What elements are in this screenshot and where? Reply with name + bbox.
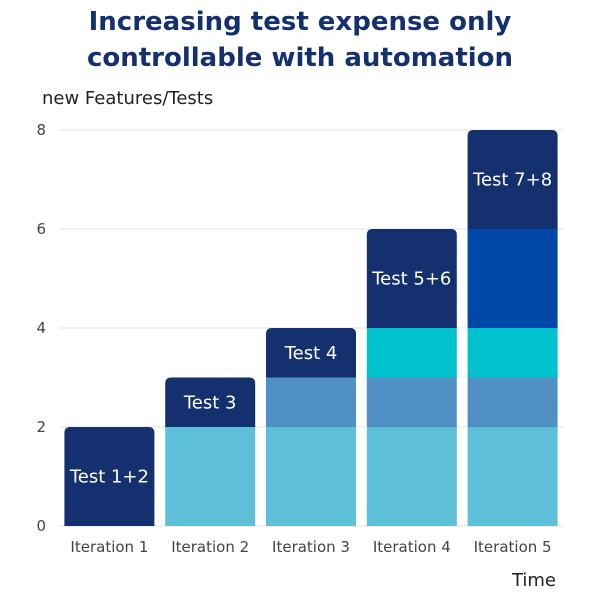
bar-segment [366,377,457,427]
bar-segment [467,229,558,328]
y-tick-label: 4 [36,319,46,337]
x-tick-label: Iteration 5 [474,538,552,556]
bar-segment [165,427,256,526]
stacked-bar-chart: 0 2 4 6 8 Test 1+2 Iteration 1 Test 3 Iteration… [36,88,563,591]
bar-segment [266,377,356,427]
bar-data-label: Test 1+2 [69,467,149,488]
y-tick-label: 8 [36,121,46,139]
x-axis-label: Time [511,570,556,591]
bar-segment [266,427,356,526]
y-axis-label: new Features/Tests [42,88,213,109]
bar-segment [366,328,457,378]
bar-segment [366,427,457,526]
bar-data-label: Test 7+8 [472,170,552,191]
x-tick-label: Iteration 3 [272,538,350,556]
bar-segment [467,427,558,526]
x-tick-label: Iteration 4 [373,538,451,556]
x-tick-label: Iteration 1 [70,538,148,556]
bar-segment [467,328,558,378]
bar-segment [467,377,558,427]
y-tick-label: 2 [36,418,46,436]
x-tick-label: Iteration 2 [171,538,249,556]
bar-data-label: Test 4 [284,343,338,364]
y-tick-label: 6 [36,220,46,238]
bar-data-label: Test 5+6 [371,269,451,290]
y-tick-label: 0 [36,517,46,535]
bar-data-label: Test 3 [183,392,237,413]
